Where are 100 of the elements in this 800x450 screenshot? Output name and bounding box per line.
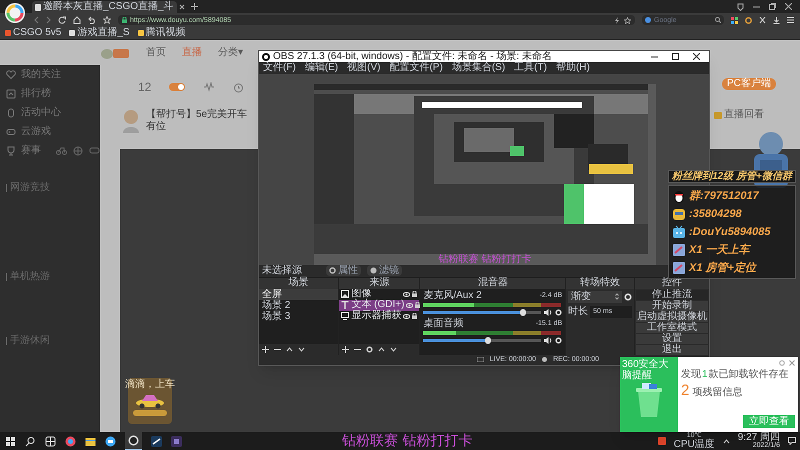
source-item[interactable]: 显示器捕获 (339, 310, 420, 322)
move-up-icon[interactable] (286, 346, 293, 352)
eye-icon[interactable] (403, 314, 410, 319)
overlay-text: :DouYu5894085 (689, 226, 771, 238)
speaker-icon[interactable] (544, 308, 552, 316)
reload-icon[interactable] (58, 16, 66, 24)
bookmark-star-icon[interactable] (624, 16, 631, 24)
widgets-icon[interactable] (45, 436, 56, 446)
browser-icon[interactable] (65, 436, 76, 446)
control-button[interactable]: 退出 (636, 344, 708, 355)
lock-icon[interactable] (415, 302, 420, 308)
control-button[interactable]: 停止推流 (636, 290, 708, 300)
overlay-text: 群:797512017 (689, 190, 759, 202)
gear-icon[interactable] (555, 308, 562, 316)
speaker-icon[interactable] (544, 336, 552, 344)
bookmark-favicon-icon (138, 30, 144, 36)
close-icon[interactable] (693, 53, 700, 60)
lock-icon[interactable] (412, 313, 418, 320)
restore-icon[interactable] (769, 3, 776, 10)
add-icon[interactable] (262, 346, 269, 353)
popup-text: 发现 (681, 370, 701, 380)
section-heading: 单机热游 (10, 272, 50, 282)
eye-icon[interactable] (406, 302, 414, 308)
control-button[interactable]: 开始录制 (636, 300, 708, 311)
search-icon[interactable] (25, 436, 36, 446)
bike-icon[interactable] (56, 146, 67, 155)
bookmark-favicon-icon (69, 30, 76, 36)
gear-icon[interactable] (366, 346, 374, 353)
bookmark[interactable]: 游戏直播_S (69, 28, 130, 38)
promo-button[interactable] (133, 410, 167, 416)
obs-icon[interactable] (128, 435, 139, 446)
home-icon[interactable] (73, 16, 81, 24)
scene-item[interactable]: 场景 3 (259, 310, 338, 322)
control-button[interactable]: 启动虚拟摄像机 (636, 312, 708, 322)
slider-thumb[interactable] (485, 336, 492, 344)
menu-item[interactable]: 编辑(E) (304, 62, 338, 73)
download-icon[interactable] (773, 16, 780, 24)
gear-icon (329, 267, 336, 274)
control-button[interactable]: 工作室模式 (636, 322, 708, 333)
chevron-up-icon[interactable] (722, 438, 730, 444)
bookmark[interactable]: 腾讯视频 (138, 28, 186, 38)
volume-slider[interactable] (423, 310, 542, 314)
browser-tab[interactable]: 邀爵本灰直播_CSGO直播_斗 (32, 1, 177, 13)
replay-link[interactable]: 直播回看 (714, 110, 764, 120)
section-heading: 网游竞技 (10, 183, 50, 193)
notification-icon[interactable] (788, 437, 796, 445)
source-item[interactable]: 图像 (339, 288, 420, 300)
source-item[interactable]: 文本 (GDI+) (339, 300, 420, 311)
gear-icon[interactable] (555, 336, 562, 344)
move-up-icon[interactable] (378, 346, 386, 352)
bolt-icon[interactable] (614, 16, 620, 24)
nav-link[interactable]: 分类▾ (218, 48, 243, 58)
menu-icon[interactable] (787, 17, 794, 23)
tray-app-icon[interactable] (658, 437, 666, 445)
new-tab-icon[interactable] (190, 3, 198, 10)
extension-icon[interactable] (731, 16, 738, 24)
folder-icon[interactable] (85, 436, 96, 446)
volume-slider[interactable] (423, 338, 542, 342)
dock-title: 混音器 (478, 278, 508, 288)
maximize-icon[interactable] (672, 53, 679, 60)
overlay-text: X1 一天上车 (689, 244, 750, 256)
filters-button[interactable]: 滤镜 (367, 265, 402, 276)
gear-icon[interactable] (624, 292, 632, 301)
toggle-icon[interactable] (169, 83, 186, 91)
close-tab-icon[interactable] (178, 4, 185, 10)
move-down-icon[interactable] (298, 346, 305, 352)
ball-icon[interactable] (73, 146, 83, 156)
shield-icon[interactable] (737, 2, 744, 10)
steam-icon[interactable] (151, 436, 162, 446)
nav-link[interactable]: 首页 (146, 48, 166, 58)
menu-item[interactable]: 视图(V) (347, 62, 380, 73)
start-icon[interactable] (5, 436, 16, 446)
close-icon[interactable] (785, 3, 792, 10)
move-down-icon[interactable] (390, 346, 398, 352)
window-title: OBS 27.1.3 (64-bit, windows) - 配置文件: 未命名 - 场景: 未命名 (273, 52, 552, 62)
star-icon[interactable] (103, 16, 111, 24)
scene-item[interactable]: 全屏 (259, 288, 338, 300)
menu-item[interactable]: 场景集合(S) (452, 62, 506, 73)
properties-button[interactable]: 属性 (326, 265, 361, 276)
ring-icon[interactable] (745, 16, 752, 24)
sidebar-item-icon (6, 108, 16, 118)
controller-icon[interactable] (89, 146, 100, 155)
bookmark[interactable]: CSGO 5v5 (5, 28, 62, 38)
eye-icon[interactable] (403, 292, 410, 297)
chat-bubble-icon[interactable] (105, 436, 116, 446)
lock-icon[interactable] (412, 291, 418, 298)
menu-item[interactable]: 文件(F) (263, 62, 296, 73)
menu-item[interactable]: 帮助(H) (556, 62, 590, 73)
transition-select[interactable]: 渐变 (568, 290, 622, 303)
slider-thumb[interactable] (520, 308, 526, 316)
scene-item[interactable]: 场景 2 (259, 300, 338, 311)
menu-item[interactable]: 工具(T) (514, 62, 547, 73)
control-button[interactable]: 设置 (636, 334, 708, 344)
forward-icon[interactable] (46, 16, 51, 24)
back-icon[interactable] (34, 16, 39, 24)
app-icon[interactable] (171, 436, 182, 446)
scissors-icon[interactable] (759, 16, 766, 24)
add-icon[interactable] (342, 346, 350, 353)
undo-icon[interactable] (88, 16, 96, 24)
menu-item[interactable]: 配置文件(P) (389, 62, 443, 73)
